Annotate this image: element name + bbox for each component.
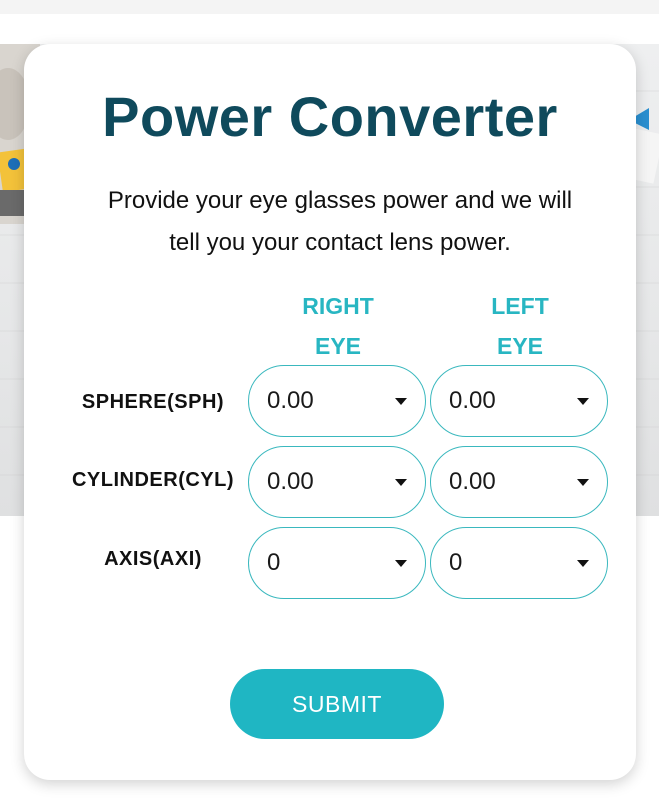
left-eye-header-line-1: LEFT <box>491 293 549 319</box>
right-axis-value: 0 <box>267 549 281 576</box>
right-cylinder-value: 0.00 <box>267 468 314 495</box>
page-description: Provide your eye glasses power and we wi… <box>64 180 616 264</box>
page-title: Power Converter <box>102 85 558 148</box>
axis-label: AXIS(AXI) <box>104 548 202 570</box>
caret-down-icon <box>577 560 589 567</box>
sphere-label: SPHERE(SPH) <box>81 391 225 413</box>
caret-down-icon <box>577 398 589 405</box>
caret-down-icon <box>577 479 589 486</box>
right-cylinder-select[interactable]: 0.00 <box>248 446 426 518</box>
caret-down-icon <box>395 479 407 486</box>
caret-down-icon <box>395 398 407 405</box>
left-sphere-value: 0.00 <box>449 387 496 414</box>
left-eye-header-line-2: EYE <box>496 333 544 359</box>
left-axis-value: 0 <box>449 549 463 576</box>
description-line-1: Provide your eye glasses power and we wi… <box>107 187 573 214</box>
page: Power Converter Provide your eye glasses… <box>0 0 659 800</box>
converter-card: Power Converter Provide your eye glasses… <box>24 44 636 780</box>
right-eye-header: RIGHT EYE <box>248 286 428 366</box>
cylinder-label: CYLINDER(CYL) <box>71 469 235 491</box>
left-cylinder-select[interactable]: 0.00 <box>430 446 608 518</box>
left-eye-header: LEFT EYE <box>430 286 610 366</box>
caret-down-icon <box>395 560 407 567</box>
right-sphere-value: 0.00 <box>267 387 314 414</box>
left-cylinder-value: 0.00 <box>449 468 496 495</box>
description-line-2: tell you your contact lens power. <box>169 229 511 256</box>
left-axis-select[interactable]: 0 <box>430 527 608 599</box>
top-strip <box>0 0 659 14</box>
right-sphere-select[interactable]: 0.00 <box>248 365 426 437</box>
submit-button[interactable]: SUBMIT <box>230 669 444 739</box>
left-sphere-select[interactable]: 0.00 <box>430 365 608 437</box>
right-eye-header-line-2: EYE <box>314 333 362 359</box>
right-eye-header-line-1: RIGHT <box>302 293 374 319</box>
right-axis-select[interactable]: 0 <box>248 527 426 599</box>
